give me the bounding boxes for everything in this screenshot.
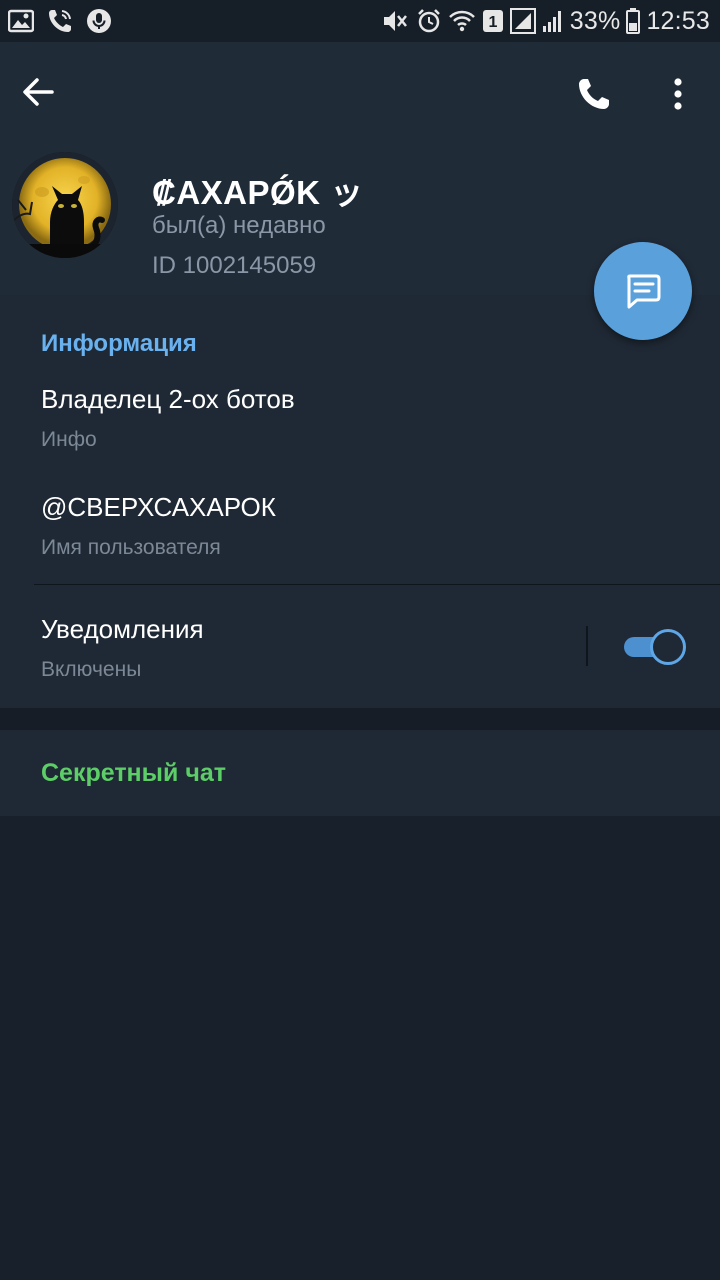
info-section: Информация Владелец 2-ох ботов Инфо @СВЕ… [0,295,720,708]
status-bar-right: 1 33% 12:53 [382,7,720,36]
send-message-button[interactable] [594,242,692,340]
phone-icon [579,79,609,109]
notifications-status: Включены [41,658,142,681]
wifi-icon [448,9,476,33]
profile-name: ₡ΑΧΑΡǾΚ ッ [152,174,364,211]
clock: 12:53 [646,6,710,35]
secret-chat-label: Секретный чат [41,759,226,787]
sim-one-icon: 1 [482,9,504,33]
user-id: ID 1002145059 [152,252,317,279]
status-bar: 1 33% 12:53 [0,0,720,42]
avatar-image [12,152,118,258]
notifications-row[interactable]: Уведомления [41,614,204,645]
message-icon [627,274,661,309]
username-label: Имя пользователя [41,536,221,559]
battery-percent: 33% [569,6,621,35]
divider [34,584,720,585]
back-button[interactable] [16,70,60,114]
section-gap [0,708,720,730]
notifications-toggle[interactable] [622,629,686,665]
secret-chat-button[interactable]: Секретный чат [0,730,720,816]
more-vertical-icon [674,78,682,110]
gallery-notification-icon [8,9,34,33]
avatar[interactable] [12,152,118,258]
arrow-left-icon [23,78,54,106]
microphone-notification-icon [86,8,112,34]
last-seen-status: был(а) недавно [152,212,326,239]
toggle-knob [650,629,686,665]
sim-one-label: 1 [488,14,497,31]
battery-icon [626,8,641,34]
call-button[interactable] [570,70,618,118]
bio-value[interactable]: Владелец 2-ох ботов [41,384,295,415]
mute-icon [382,8,410,34]
wifi-call-icon [46,7,74,35]
more-options-button[interactable] [656,70,700,118]
signal-two-icon [542,8,564,34]
toggle-separator [586,626,588,666]
info-section-title: Информация [41,330,197,357]
signal-one-icon [509,8,536,34]
bio-label: Инфо [41,428,97,451]
username-value[interactable]: @СВЕРХСАХАРОК [41,492,276,523]
alarm-icon [416,8,442,34]
status-bar-left [0,7,112,35]
